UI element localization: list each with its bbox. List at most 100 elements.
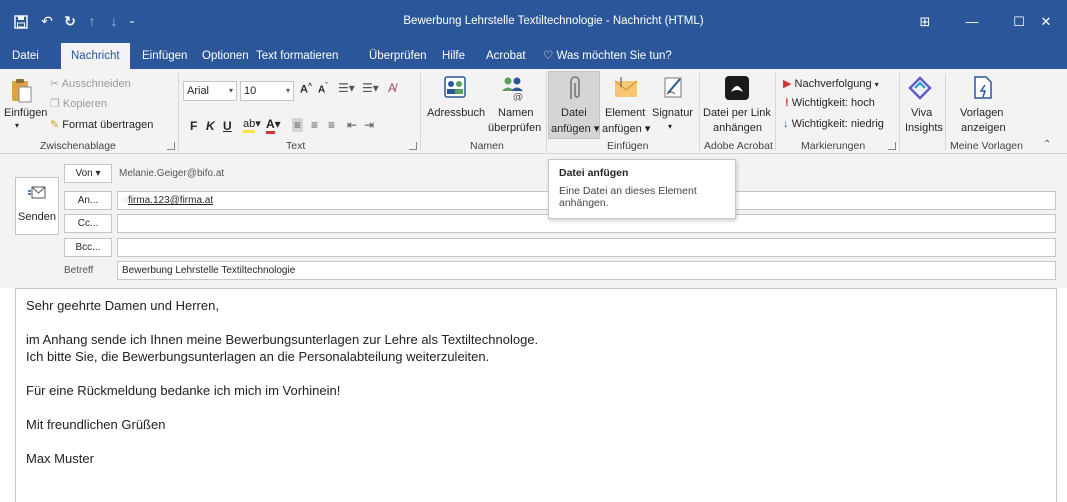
customize-toolbar-icon[interactable]: ₌ bbox=[126, 0, 138, 43]
send-icon bbox=[28, 186, 46, 203]
attach-link-label-2[interactable]: anhängen bbox=[713, 122, 762, 134]
tab-acrobat[interactable]: Acrobat bbox=[484, 43, 528, 69]
lightbulb-icon: ♡ bbox=[543, 50, 554, 62]
acrobat-link-icon[interactable] bbox=[724, 75, 750, 101]
group-label-insert: Einfügen bbox=[607, 140, 649, 152]
paste-icon[interactable] bbox=[10, 77, 32, 105]
numbering-icon[interactable]: ☰▾ bbox=[362, 81, 379, 95]
clipboard-launcher-icon[interactable] bbox=[167, 142, 175, 150]
group-label-names: Namen bbox=[470, 140, 504, 152]
check-names-line2[interactable]: überprüfen bbox=[488, 122, 541, 134]
bold-button[interactable]: F bbox=[190, 119, 197, 133]
body-closing: Mit freundlichen Grüßen bbox=[26, 417, 166, 432]
group-separator bbox=[699, 73, 700, 151]
align-center-icon[interactable]: ≡ bbox=[311, 118, 318, 132]
font-size-select[interactable]: 10 ▾ bbox=[240, 81, 294, 101]
viva-insights-icon[interactable] bbox=[907, 75, 933, 101]
body-signature: Max Muster bbox=[26, 451, 94, 466]
bcc-button[interactable]: Bcc... bbox=[64, 238, 112, 257]
tab-text-formatieren[interactable]: Text formatieren bbox=[254, 43, 340, 69]
attach-item-icon[interactable] bbox=[612, 75, 640, 99]
to-button[interactable]: An... bbox=[64, 191, 112, 210]
templates-icon[interactable] bbox=[971, 75, 995, 99]
tab-nachricht[interactable]: Nachricht bbox=[61, 43, 130, 69]
tags-launcher-icon[interactable] bbox=[888, 142, 896, 150]
shrink-font-icon[interactable]: Aˇ bbox=[318, 83, 328, 95]
title-bar: Bewerbung Lehrstelle Textiltechnologie -… bbox=[0, 0, 1067, 43]
align-right-icon[interactable]: ≡ bbox=[328, 118, 335, 132]
to-recipient[interactable]: firma.123@firma.at bbox=[128, 195, 213, 206]
ribbon-display-options-icon[interactable]: ⊞ bbox=[903, 0, 947, 43]
cut-button[interactable]: ✂ Ausschneiden bbox=[50, 77, 131, 90]
save-icon[interactable] bbox=[12, 0, 30, 43]
tab-ueberpruefen[interactable]: Überprüfen bbox=[367, 43, 429, 69]
bullets-icon[interactable]: ☰▾ bbox=[338, 81, 355, 95]
check-names-icon[interactable]: @ bbox=[500, 75, 524, 103]
signature-icon[interactable] bbox=[662, 75, 686, 99]
low-importance-button[interactable]: ↓ Wichtigkeit: niedrig bbox=[783, 118, 884, 130]
attach-item-label-1[interactable]: Element bbox=[605, 107, 645, 119]
address-book-button[interactable]: Adressbuch bbox=[427, 107, 485, 119]
highlight-color-icon[interactable]: ab▾ bbox=[243, 117, 261, 133]
view-templates-label-2[interactable]: anzeigen bbox=[961, 122, 1006, 134]
undo-icon[interactable]: ↶ bbox=[38, 0, 56, 43]
paperclip-icon bbox=[563, 75, 587, 99]
viva-insights-label-2[interactable]: Insights bbox=[905, 122, 943, 134]
paste-dropdown-icon[interactable]: ▾ bbox=[15, 121, 19, 130]
follow-up-button[interactable]: ▶ Nachverfolgung ▾ bbox=[783, 77, 879, 90]
body-line-1: im Anhang sende ich Ihnen meine Bewerbun… bbox=[26, 332, 539, 347]
decrease-indent-icon[interactable]: ⇤ bbox=[347, 118, 357, 132]
format-painter-icon: ✎ bbox=[50, 119, 63, 131]
from-button[interactable]: Von ▾ bbox=[64, 164, 112, 183]
font-family-select[interactable]: Arial ▾ bbox=[183, 81, 237, 101]
collapse-ribbon-icon[interactable]: ⌃ bbox=[1043, 139, 1051, 150]
view-templates-label-1[interactable]: Vorlagen bbox=[960, 107, 1003, 119]
high-importance-button[interactable]: ! Wichtigkeit: hoch bbox=[785, 97, 875, 109]
bcc-field[interactable] bbox=[117, 238, 1056, 257]
close-button[interactable]: ✕ bbox=[1024, 0, 1067, 43]
body-line-3: Für eine Rückmeldung bedanke ich mich im… bbox=[26, 383, 341, 398]
address-book-icon[interactable] bbox=[443, 75, 467, 99]
align-left-icon[interactable]: ≡ bbox=[292, 118, 304, 132]
format-painter-button[interactable]: ✎ Format übertragen bbox=[50, 118, 153, 131]
tell-me-text: Was möchten Sie tun? bbox=[556, 50, 672, 62]
copy-icon: ❐ bbox=[50, 98, 63, 110]
check-names-line1[interactable]: Namen bbox=[498, 107, 533, 119]
up-arrow-icon[interactable]: ↑ bbox=[84, 0, 100, 43]
signature-button[interactable]: Signatur bbox=[652, 107, 693, 119]
tab-datei[interactable]: Datei bbox=[10, 43, 41, 69]
tab-hilfe[interactable]: Hilfe bbox=[440, 43, 467, 69]
ribbon: Einfügen ▾ ✂ Ausschneiden ❐ Kopieren ✎ F… bbox=[0, 69, 1067, 154]
italic-button[interactable]: K bbox=[206, 119, 215, 133]
group-separator bbox=[420, 73, 421, 151]
viva-insights-label-1[interactable]: Viva bbox=[911, 107, 932, 119]
subject-field[interactable]: Bewerbung Lehrstelle Textiltechnologie bbox=[117, 261, 1056, 280]
down-arrow-icon[interactable]: ↓ bbox=[106, 0, 122, 43]
tab-einfuegen[interactable]: Einfügen bbox=[140, 43, 189, 69]
grow-font-icon[interactable]: A^ bbox=[300, 83, 312, 96]
chevron-down-icon: ▾ bbox=[285, 86, 290, 95]
attach-file-label-1: Datei bbox=[561, 107, 587, 119]
send-label: Senden bbox=[18, 211, 56, 223]
cc-button[interactable]: Cc... bbox=[64, 214, 112, 233]
group-separator bbox=[899, 73, 900, 151]
copy-button[interactable]: ❐ Kopieren bbox=[50, 97, 107, 110]
flag-icon: ▶ bbox=[783, 78, 795, 90]
signature-dropdown-icon[interactable]: ▾ bbox=[668, 122, 672, 131]
minimize-button[interactable]: — bbox=[950, 0, 994, 43]
underline-button[interactable]: U bbox=[223, 119, 232, 133]
attach-link-label-1[interactable]: Datei per Link bbox=[703, 107, 771, 119]
paste-button[interactable]: Einfügen bbox=[4, 107, 47, 119]
send-button[interactable]: Senden bbox=[15, 177, 59, 235]
clear-formatting-icon[interactable]: A̸ bbox=[388, 81, 396, 95]
message-body[interactable]: Sehr geehrte Damen und Herren, im Anhang… bbox=[15, 288, 1057, 502]
ribbon-tabs: Datei Nachricht Einfügen Optionen Text f… bbox=[0, 43, 1067, 69]
tab-optionen[interactable]: Optionen bbox=[200, 43, 251, 69]
attach-item-label-2[interactable]: anfügen ▾ bbox=[602, 122, 650, 135]
tell-me-box[interactable]: ♡ Was möchten Sie tun? bbox=[541, 43, 674, 69]
attach-file-label-2: anfügen ▾ bbox=[551, 123, 600, 135]
font-launcher-icon[interactable] bbox=[409, 142, 417, 150]
redo-icon[interactable]: ↻ bbox=[61, 0, 79, 43]
increase-indent-icon[interactable]: ⇥ bbox=[364, 118, 374, 132]
font-color-icon[interactable]: A▾ bbox=[266, 117, 281, 134]
